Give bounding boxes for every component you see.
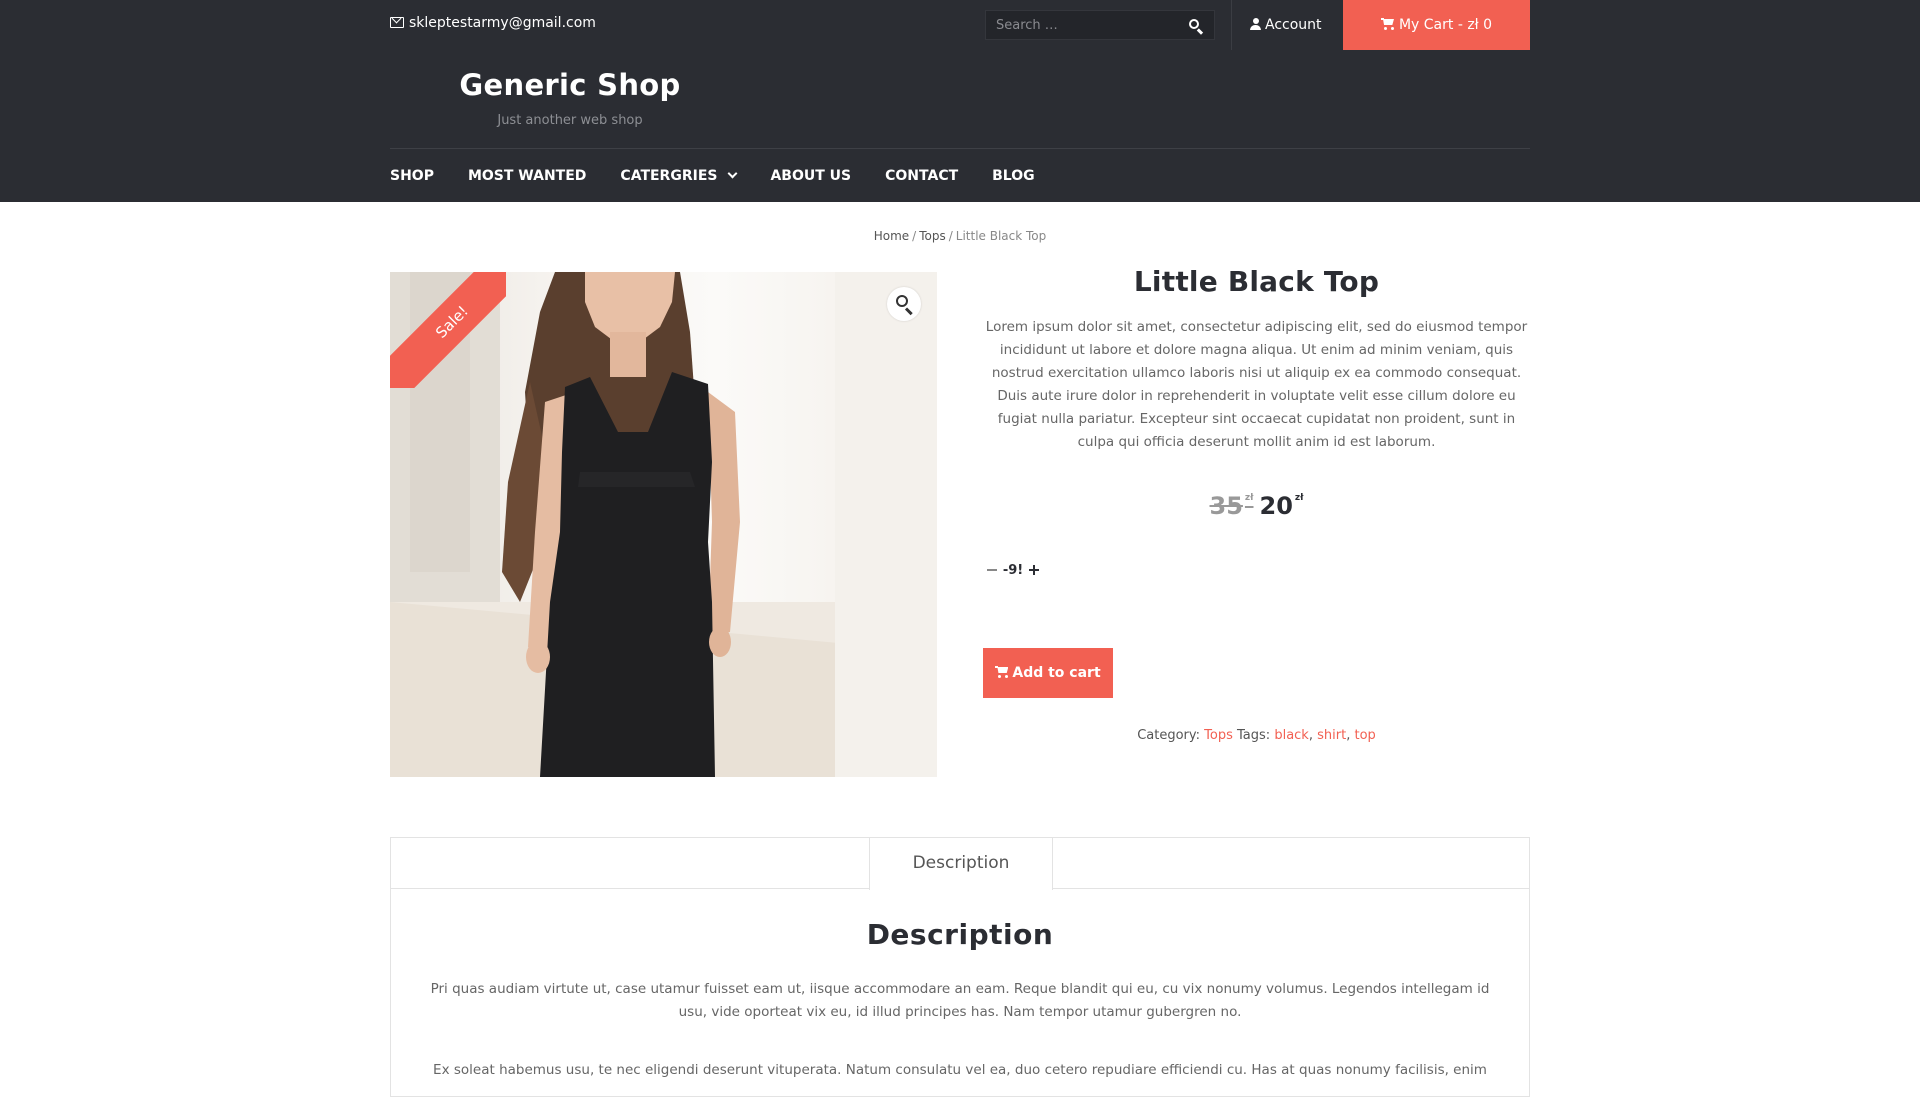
product-meta: Category: Tops Tags: black, shirt, top <box>1137 728 1376 743</box>
account-link[interactable]: Account <box>1250 0 1322 50</box>
cart-label: My Cart - zł 0 <box>1398 17 1493 33</box>
sale-badge: Sale! <box>390 272 506 388</box>
breadcrumb-separator: / <box>948 229 953 243</box>
product-tabs: Description Description Pri quas audiam … <box>390 837 1530 1097</box>
search-icon[interactable] <box>1188 18 1204 35</box>
site-header: Generic Shop Just another web shop SHOP … <box>0 50 1920 202</box>
account-label: Account <box>1265 17 1322 33</box>
envelope-icon <box>390 17 404 28</box>
description-paragraph: Pri quas audiam virtute ut, case utamur … <box>430 981 1490 1020</box>
contact-email[interactable]: skleptestarmy@gmail.com <box>390 15 596 31</box>
nav-item-contact[interactable]: CONTACT <box>885 168 958 184</box>
quantity-increase-button[interactable] <box>1025 561 1043 579</box>
quantity-decrease-button[interactable] <box>983 561 1001 579</box>
quantity-stepper <box>983 558 1530 582</box>
quantity-input[interactable] <box>1001 559 1025 581</box>
breadcrumb-category[interactable]: Tops <box>919 229 946 243</box>
nav-item-about-us[interactable]: ABOUT US <box>770 168 851 184</box>
breadcrumb: Home / Tops / Little Black Top <box>0 229 1920 243</box>
category-label: Category: <box>1137 728 1201 743</box>
breadcrumb-home[interactable]: Home <box>874 229 909 243</box>
cart-icon <box>995 666 1009 678</box>
product-summary: Little Black Top Lorem ipsum dolor sit a… <box>983 265 1530 743</box>
description-heading: Description <box>866 918 1054 951</box>
nav-item-shop[interactable]: SHOP <box>390 168 434 184</box>
chevron-down-icon <box>728 168 738 179</box>
site-tagline: Just another web shop <box>497 113 643 128</box>
my-cart-button[interactable]: My Cart - zł 0 <box>1343 0 1530 50</box>
tab-description[interactable]: Description <box>869 837 1053 890</box>
breadcrumb-separator: / <box>912 229 917 243</box>
topbar-divider <box>1231 0 1232 50</box>
product-price: 35 zł 20 zł <box>983 492 1530 520</box>
tag-link-shirt[interactable]: shirt <box>1317 728 1346 743</box>
sale-price: 20 zł <box>1259 492 1304 520</box>
add-to-cart-label: Add to cart <box>1012 665 1101 681</box>
top-bar: skleptestarmy@gmail.com Account My Cart … <box>0 0 1920 50</box>
zoom-icon[interactable] <box>887 287 921 321</box>
search-input[interactable] <box>986 11 1181 39</box>
site-title[interactable]: Generic Shop <box>390 68 750 102</box>
product-title: Little Black Top <box>1133 265 1380 298</box>
top-bar-inner: skleptestarmy@gmail.com Account My Cart … <box>390 0 1530 50</box>
sale-ribbon: Sale! <box>390 272 506 388</box>
breadcrumb-current: Little Black Top <box>955 229 1047 243</box>
search-box <box>985 10 1215 40</box>
contact-email-text: skleptestarmy@gmail.com <box>409 15 596 31</box>
tag-link-top[interactable]: top <box>1354 728 1375 743</box>
nav-item-categories[interactable]: CATERGRIES <box>620 168 738 184</box>
nav-item-most-wanted[interactable]: MOST WANTED <box>468 168 586 184</box>
old-price: 35 zł <box>1209 492 1254 520</box>
description-paragraph: Ex soleat habemus usu, te nec eligendi d… <box>433 1062 1487 1078</box>
cart-icon <box>1380 18 1395 30</box>
category-link[interactable]: Tops <box>1204 728 1233 743</box>
tag-link-black[interactable]: black <box>1274 728 1309 743</box>
main-nav: SHOP MOST WANTED CATERGRIES ABOUT US CON… <box>390 149 1069 202</box>
add-to-cart-button[interactable]: Add to cart <box>983 648 1113 698</box>
nav-item-blog[interactable]: BLOG <box>992 168 1035 184</box>
tags-label: Tags: <box>1237 728 1271 743</box>
product-short-description: Lorem ipsum dolor sit amet, consectetur … <box>985 319 1528 450</box>
user-icon <box>1250 18 1261 30</box>
